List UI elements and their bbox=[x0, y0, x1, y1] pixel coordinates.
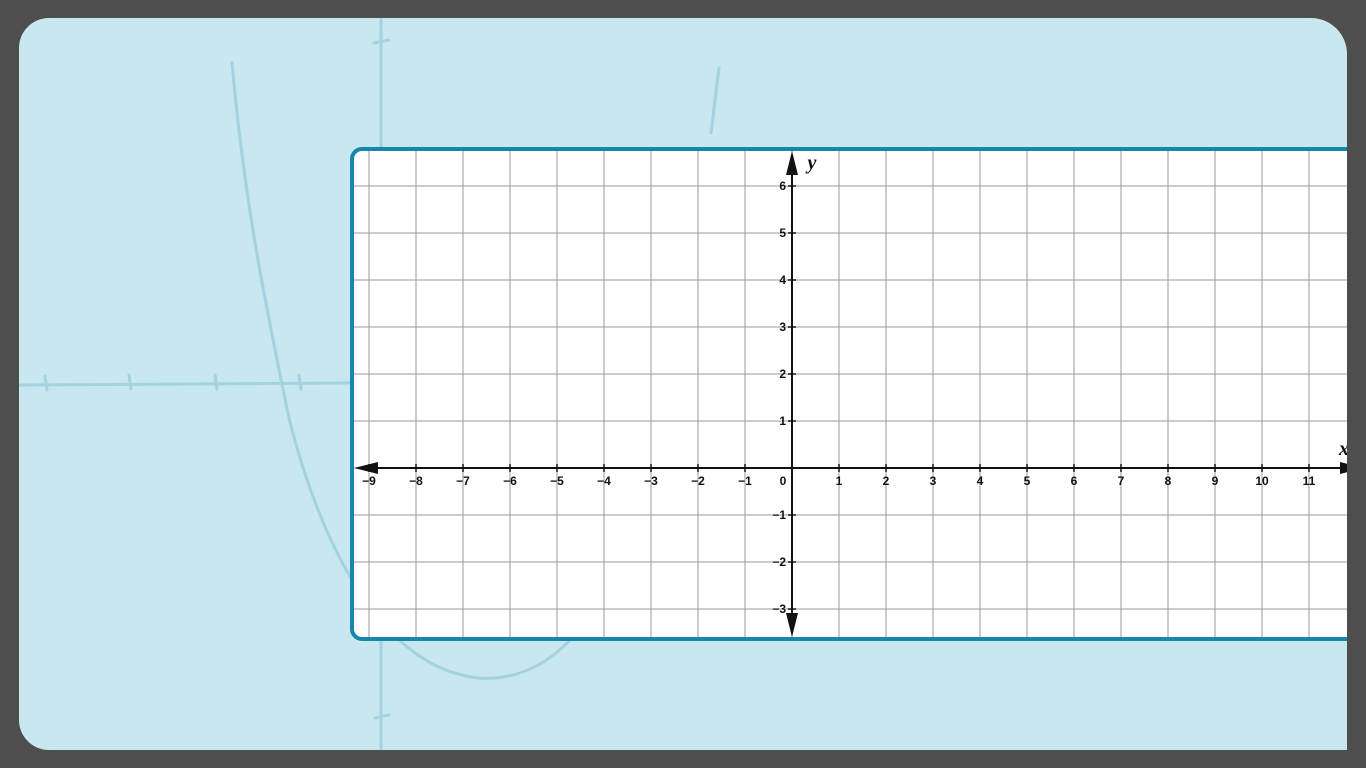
y-axis-arrow-down-icon bbox=[786, 613, 798, 637]
y-axis-label: y bbox=[806, 152, 817, 174]
x-tick-label: 5 bbox=[1024, 474, 1031, 488]
origin-label: 0 bbox=[780, 474, 787, 488]
x-tick-label: 8 bbox=[1165, 474, 1172, 488]
slide-background: −9 −8 −7 −6 −5 −4 −3 −2 −1 1 2 3 4 5 6 7 8 9 10 11 12 654321… bbox=[19, 18, 1347, 750]
y-tick-label: 2 bbox=[779, 367, 786, 381]
x-axis-arrow-right-icon bbox=[1340, 462, 1347, 474]
x-tick-label: 11 bbox=[1303, 474, 1316, 488]
y-tick-label: 6 bbox=[779, 179, 786, 193]
x-tick-label: 1 bbox=[836, 474, 843, 488]
x-axis-label: x bbox=[1338, 438, 1347, 460]
y-tick-label: −3 bbox=[772, 602, 786, 616]
y-tick-label: 1 bbox=[779, 414, 786, 428]
x-tick-label: −2 bbox=[691, 474, 705, 488]
x-tick-label: −3 bbox=[644, 474, 658, 488]
y-tick-label: 5 bbox=[779, 226, 786, 240]
x-tick-label: 3 bbox=[930, 474, 937, 488]
x-tick-label: 4 bbox=[977, 474, 984, 488]
y-tick-label: 3 bbox=[779, 320, 786, 334]
x-tick-label: −6 bbox=[503, 474, 517, 488]
x-tick-label: 6 bbox=[1071, 474, 1078, 488]
y-tick-label: −2 bbox=[772, 555, 786, 569]
x-tick-label: −7 bbox=[456, 474, 470, 488]
coordinate-grid-panel: −9 −8 −7 −6 −5 −4 −3 −2 −1 1 2 3 4 5 6 7 8 9 10 11 12 654321… bbox=[350, 147, 1347, 641]
y-tick-label: 4 bbox=[779, 273, 786, 287]
y-tick-label: −1 bbox=[772, 508, 786, 522]
x-tick-label: −9 bbox=[362, 474, 376, 488]
coordinate-grid: −9 −8 −7 −6 −5 −4 −3 −2 −1 1 2 3 4 5 6 7 8 9 10 11 12 654321… bbox=[354, 151, 1347, 637]
x-tick-label: −1 bbox=[738, 474, 752, 488]
x-tick-label: 7 bbox=[1118, 474, 1125, 488]
x-tick-label: −5 bbox=[550, 474, 564, 488]
x-tick-label: −8 bbox=[409, 474, 423, 488]
y-axis-arrow-up-icon bbox=[786, 151, 798, 175]
x-tick-label: −4 bbox=[597, 474, 611, 488]
x-tick-label: 2 bbox=[883, 474, 890, 488]
x-tick-label: 9 bbox=[1212, 474, 1219, 488]
x-axis-arrow-left-icon bbox=[354, 462, 378, 474]
x-tick-label: 10 bbox=[1255, 474, 1269, 488]
